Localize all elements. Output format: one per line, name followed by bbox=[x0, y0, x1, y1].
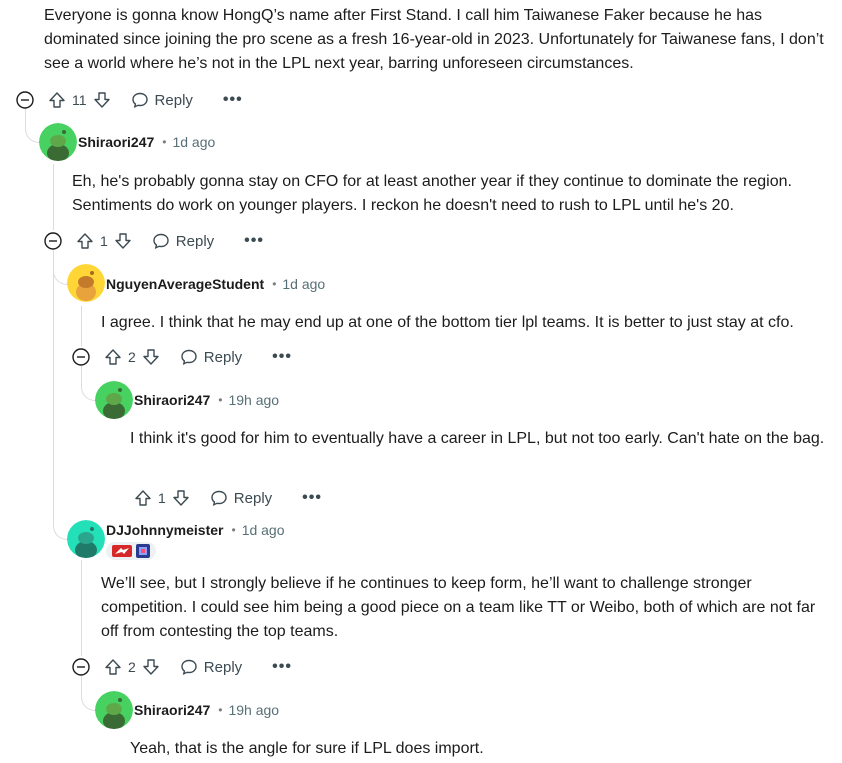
comment-meta: Shiraori247 • 19h ago bbox=[134, 700, 279, 720]
reply-icon bbox=[181, 659, 197, 676]
author-name[interactable]: NguyenAverageStudent bbox=[106, 276, 264, 292]
reply-label: Reply bbox=[203, 348, 243, 366]
timestamp[interactable]: 1d ago bbox=[282, 276, 325, 292]
snoo-avatar-icon bbox=[67, 264, 105, 302]
comment-body: We’ll see, but I strongly believe if he … bbox=[101, 575, 816, 640]
vote-count: 2 bbox=[128, 659, 136, 675]
separator-dot: • bbox=[272, 277, 277, 291]
avatar[interactable] bbox=[39, 123, 77, 161]
separator-dot: • bbox=[218, 393, 223, 407]
comment-meta: DJJohnnymeister • 1d ago bbox=[106, 520, 285, 540]
upvote-icon[interactable] bbox=[134, 489, 152, 507]
collapse-icon[interactable] bbox=[16, 91, 34, 109]
downvote-icon[interactable] bbox=[142, 658, 160, 676]
thread-line bbox=[53, 250, 54, 505]
comment-meta: Shiraori247 • 19h ago bbox=[134, 390, 279, 410]
thread-elbow bbox=[81, 676, 96, 711]
collapse-icon[interactable] bbox=[72, 658, 90, 676]
more-options-icon[interactable]: ••• bbox=[302, 489, 322, 507]
thread-line bbox=[53, 164, 54, 230]
reply-icon bbox=[181, 349, 197, 366]
timestamp[interactable]: 1d ago bbox=[242, 522, 285, 538]
snoo-avatar-icon bbox=[95, 381, 133, 419]
comment-actions: 2 Reply ••• bbox=[72, 343, 292, 371]
vote-count: 11 bbox=[72, 92, 87, 108]
reply-button[interactable]: Reply bbox=[180, 348, 242, 366]
downvote-icon[interactable] bbox=[142, 348, 160, 366]
collapse-icon[interactable] bbox=[72, 348, 90, 366]
comment-body: Everyone is gonna know HongQ’s name afte… bbox=[44, 7, 824, 72]
separator-dot: • bbox=[231, 523, 236, 537]
comment-actions: 1 Reply ••• bbox=[44, 227, 264, 255]
reply-button[interactable]: Reply bbox=[210, 489, 272, 507]
comment-body: Eh, he's probably gonna stay on CFO for … bbox=[72, 173, 792, 214]
comment-meta: Shiraori247 • 1d ago bbox=[78, 132, 215, 152]
separator-dot: • bbox=[218, 703, 223, 717]
timestamp[interactable]: 19h ago bbox=[228, 392, 279, 408]
vote-count: 2 bbox=[128, 349, 136, 365]
reply-label: Reply bbox=[233, 489, 273, 507]
comment-actions: 1 Reply ••• bbox=[134, 484, 322, 512]
comment-body: I agree. I think that he may end up at o… bbox=[101, 314, 794, 331]
comment-actions: 2 Reply ••• bbox=[72, 653, 292, 681]
thread-elbow bbox=[53, 250, 68, 285]
upvote-icon[interactable] bbox=[76, 232, 94, 250]
more-options-icon[interactable]: ••• bbox=[272, 658, 292, 676]
reply-button[interactable]: Reply bbox=[131, 91, 193, 109]
downvote-icon[interactable] bbox=[114, 232, 132, 250]
snoo-avatar-icon bbox=[95, 691, 133, 729]
user-flair bbox=[106, 542, 156, 560]
author-name[interactable]: DJJohnnymeister bbox=[106, 522, 223, 538]
reply-icon bbox=[211, 490, 227, 507]
author-name[interactable]: Shiraori247 bbox=[134, 392, 210, 408]
reply-label: Reply bbox=[154, 91, 193, 109]
thread-elbow bbox=[81, 366, 96, 401]
avatar[interactable] bbox=[95, 381, 133, 419]
thread-line bbox=[81, 306, 82, 346]
comment-body: I think it's good for him to eventually … bbox=[130, 430, 825, 447]
team-logo-icon bbox=[112, 545, 132, 557]
comment-meta: NguyenAverageStudent • 1d ago bbox=[106, 274, 325, 294]
avatar[interactable] bbox=[95, 691, 133, 729]
more-options-icon[interactable]: ••• bbox=[223, 91, 243, 109]
upvote-icon[interactable] bbox=[104, 658, 122, 676]
reply-label: Reply bbox=[203, 658, 243, 676]
vote-count: 1 bbox=[158, 490, 166, 506]
timestamp[interactable]: 1d ago bbox=[172, 134, 215, 150]
reply-icon bbox=[153, 233, 169, 250]
downvote-icon[interactable] bbox=[172, 489, 190, 507]
team-logo-icon bbox=[136, 544, 150, 558]
avatar[interactable] bbox=[67, 264, 105, 302]
avatar[interactable] bbox=[67, 520, 105, 558]
reply-button[interactable]: Reply bbox=[152, 232, 214, 250]
separator-dot: • bbox=[162, 135, 167, 149]
author-name[interactable]: Shiraori247 bbox=[134, 702, 210, 718]
comment-body: Yeah, that is the angle for sure if LPL … bbox=[130, 740, 484, 757]
timestamp[interactable]: 19h ago bbox=[228, 702, 279, 718]
reply-button[interactable]: Reply bbox=[180, 658, 242, 676]
reply-label: Reply bbox=[175, 232, 215, 250]
snoo-avatar-icon bbox=[39, 123, 77, 161]
comment-actions: 11 Reply ••• bbox=[16, 86, 243, 114]
more-options-icon[interactable]: ••• bbox=[272, 348, 292, 366]
vote-count: 1 bbox=[100, 233, 108, 249]
thread-elbow bbox=[53, 505, 68, 540]
upvote-icon[interactable] bbox=[48, 91, 66, 109]
downvote-icon[interactable] bbox=[93, 91, 111, 109]
author-name[interactable]: Shiraori247 bbox=[78, 134, 154, 150]
upvote-icon[interactable] bbox=[104, 348, 122, 366]
reply-icon bbox=[131, 92, 148, 109]
collapse-icon[interactable] bbox=[44, 232, 62, 250]
more-options-icon[interactable]: ••• bbox=[244, 232, 264, 250]
thread-line bbox=[81, 560, 82, 656]
snoo-avatar-icon bbox=[67, 520, 105, 558]
